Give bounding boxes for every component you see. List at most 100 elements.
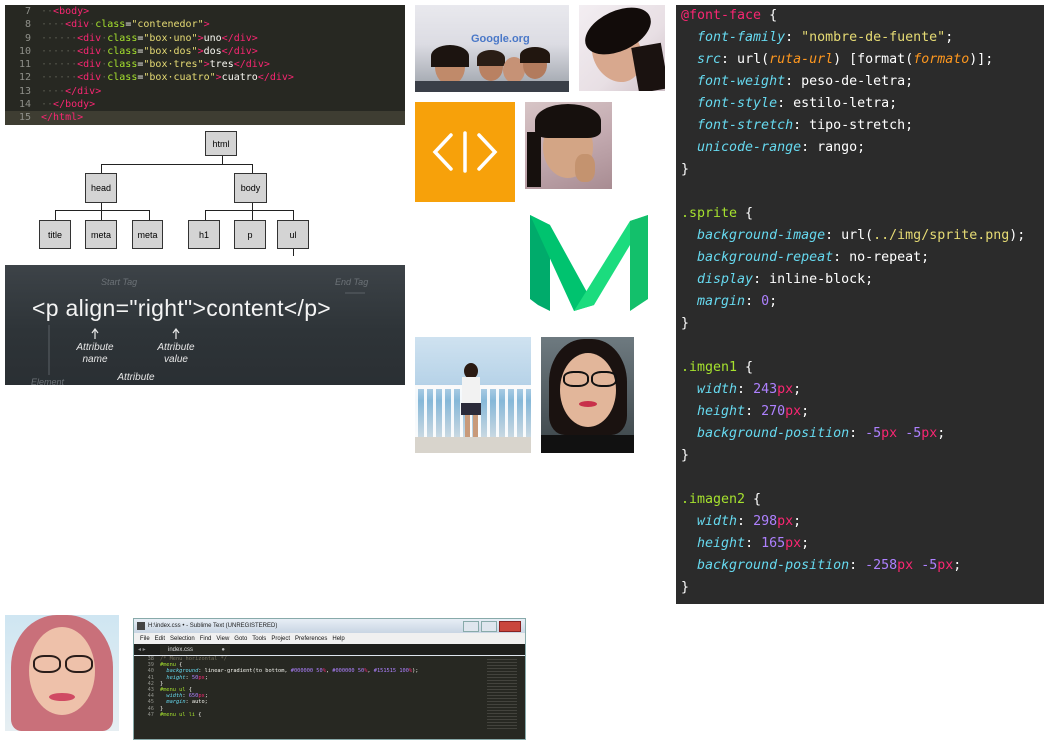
portrait-photo-pink-hair xyxy=(5,615,119,731)
code-line: margin: 0; xyxy=(676,291,1044,313)
code-token: "box·tres" xyxy=(143,59,204,71)
code-token: : peso-de-letra; xyxy=(785,74,914,89)
attribute-label: Attribute xyxy=(117,372,155,383)
code-token: : estilo-letra; xyxy=(777,96,898,111)
code-token: "box·cuatro" xyxy=(143,72,216,84)
code-token: <div xyxy=(77,32,102,44)
sublime-menubar: File Edit Selection Find View Goto Tools Projec… xyxy=(134,633,525,644)
code-line: font-style: estilo-letra; xyxy=(676,93,1044,115)
portrait-photo-peace xyxy=(525,102,612,189)
code-token: ; xyxy=(204,693,208,700)
code-token: ······ xyxy=(41,59,78,71)
code-token: class xyxy=(107,59,138,71)
code-token: .sprite xyxy=(681,206,738,221)
html-code-snippet: 7 ··<body> 8 ····<div·class="contenedor"> 9 ·… xyxy=(5,5,405,125)
sublime-text-window: H:\index.css • - Sublime Text (UNREGISTE… xyxy=(133,618,526,740)
attribute-name-label: Attribute name xyxy=(76,342,114,365)
code-line: background-image: url(../img/sprite.png)… xyxy=(676,225,1044,247)
code-token: "box·dos" xyxy=(143,45,198,57)
code-token: } xyxy=(160,680,164,687)
element-label: Element xyxy=(31,377,65,385)
code-token: width xyxy=(697,514,738,529)
code-token: uno xyxy=(203,32,222,44)
sublime-tabbar: ◂ ▸ index.css ● xyxy=(134,644,525,655)
code-line: 13 ····</div> xyxy=(5,85,405,98)
code-token: "contenedor" xyxy=(131,19,204,31)
code-line: } xyxy=(676,577,1044,599)
attribute-value-label: Attribute value xyxy=(157,342,195,365)
portrait-photo-glasses xyxy=(541,337,634,453)
code-token: } xyxy=(681,448,690,463)
code-line: font-family: "nombre-de-fuente"; xyxy=(676,27,1044,49)
code-token: .imgen1 xyxy=(681,360,738,375)
code-token: </html> xyxy=(41,112,84,124)
menu-item-project: Project xyxy=(271,635,290,642)
code-token: : url( xyxy=(825,228,874,243)
tree-node-meta: meta xyxy=(132,220,163,249)
code-line: unicode-range: rango; xyxy=(676,137,1044,159)
code-token: px xyxy=(897,558,914,573)
code-token: : xyxy=(849,558,866,573)
code-line: @font-face { xyxy=(676,5,1044,27)
group-selfie-photo: Google.org xyxy=(415,5,569,92)
code-token: ······ xyxy=(41,45,78,57)
line-number: 47 xyxy=(147,711,154,718)
code-token: background-image xyxy=(697,228,826,243)
code-line: 14 ··</body> xyxy=(5,98,405,111)
code-token: : xyxy=(745,404,762,419)
code-token: margin xyxy=(697,294,746,309)
code-token: cuatro xyxy=(221,72,258,84)
code-line: .imagen2 { xyxy=(676,489,1044,511)
code-token: 0 xyxy=(761,294,770,309)
google-sign: Google.org xyxy=(471,33,530,45)
code-token: ···· xyxy=(41,85,66,97)
code-token: { xyxy=(737,360,754,375)
code-token: } xyxy=(681,162,690,177)
code-token: </div> xyxy=(257,72,294,84)
code-line: width: 298px; xyxy=(676,511,1044,533)
code-token: : xyxy=(737,514,754,529)
tree-node-meta: meta xyxy=(85,220,117,249)
code-token: : tipo-stretch; xyxy=(793,118,914,133)
code-token: ruta-url xyxy=(769,52,834,67)
code-token: ; xyxy=(801,536,810,551)
code-line: 15 </html> xyxy=(5,111,405,125)
code-line: } xyxy=(676,445,1044,467)
menu-item-find: Find xyxy=(199,635,212,642)
sublime-minimap xyxy=(487,659,517,729)
code-token: "nombre-de-fuente" xyxy=(801,30,946,45)
code-token: "box·uno" xyxy=(143,32,198,44)
code-token: <div xyxy=(65,19,90,31)
code-token: ); xyxy=(1009,228,1026,243)
code-token: <div xyxy=(77,45,102,57)
sublime-window-title: H:\index.css • - Sublime Text (UNREGISTE… xyxy=(148,623,278,629)
code-token: -5 xyxy=(905,426,922,441)
code-token: -5 xyxy=(921,558,938,573)
code-token: ) [format( xyxy=(833,52,914,67)
menu-item-preferences: Preferences xyxy=(295,635,328,642)
code-token: { xyxy=(185,687,192,694)
code-token: background xyxy=(166,668,199,675)
code-token: </body> xyxy=(53,99,96,111)
code-line: font-stretch: tipo-stretch; xyxy=(676,115,1044,137)
tree-node-html: html xyxy=(205,131,237,156)
code-token: : xyxy=(785,30,802,45)
portrait-photo-lying xyxy=(579,5,665,91)
tree-node-ul: ul xyxy=(277,220,309,249)
code-token: : xyxy=(737,382,754,397)
code-token: height xyxy=(166,674,186,681)
code-token: ; xyxy=(953,558,962,573)
code-line: width: 243px; xyxy=(676,379,1044,401)
code-line: .imgen1 { xyxy=(676,357,1044,379)
code-token: : rango; xyxy=(801,140,866,155)
